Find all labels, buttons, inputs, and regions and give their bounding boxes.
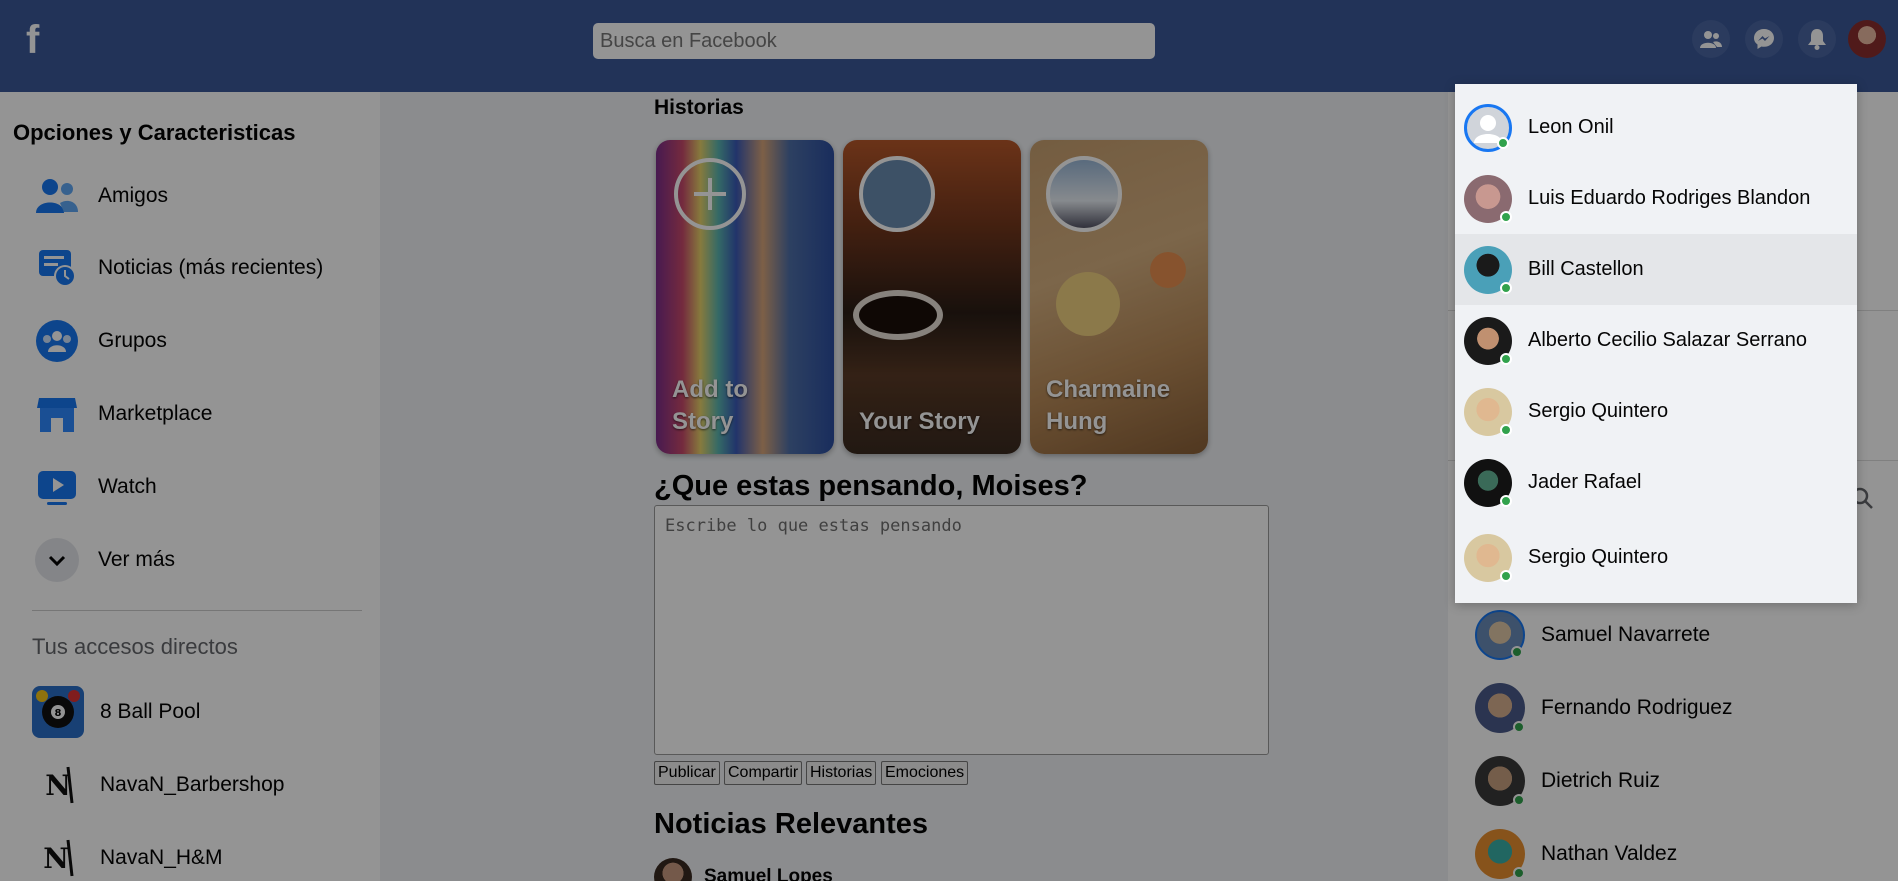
friends-dropdown: Leon Onil Luis Eduardo Rodriges Blandon … (1455, 84, 1857, 603)
online-indicator (1497, 136, 1509, 149)
contact-name: Sergio Quintero (1528, 400, 1669, 422)
dropdown-item[interactable]: Bill Castellon (1455, 234, 1857, 305)
contact-name: Leon Onil (1528, 116, 1614, 138)
avatar (1464, 458, 1512, 507)
online-indicator (1500, 210, 1512, 223)
avatar (1464, 316, 1512, 365)
dropdown-item[interactable]: Sergio Quintero (1455, 522, 1857, 593)
online-indicator (1500, 569, 1512, 582)
contact-name: Luis Eduardo Rodriges Blandon (1528, 187, 1811, 209)
dropdown-item[interactable]: Leon Onil (1455, 92, 1857, 163)
avatar (1464, 245, 1512, 294)
contact-name: Bill Castellon (1528, 258, 1644, 280)
dropdown-item[interactable]: Jader Rafael (1455, 447, 1857, 518)
online-indicator (1500, 494, 1512, 507)
online-indicator (1500, 281, 1512, 294)
avatar (1464, 533, 1512, 582)
online-indicator (1500, 423, 1512, 436)
avatar (1464, 103, 1512, 152)
avatar (1464, 174, 1512, 223)
contact-name: Jader Rafael (1528, 471, 1642, 493)
dropdown-item[interactable]: Luis Eduardo Rodriges Blandon (1455, 163, 1857, 234)
online-indicator (1500, 352, 1512, 365)
contact-name: Alberto Cecilio Salazar Serrano (1528, 329, 1808, 351)
avatar (1464, 387, 1512, 436)
dropdown-item[interactable]: Alberto Cecilio Salazar Serrano (1455, 305, 1857, 376)
dropdown-item[interactable]: Sergio Quintero (1455, 376, 1857, 447)
contact-name: Sergio Quintero (1528, 546, 1669, 568)
